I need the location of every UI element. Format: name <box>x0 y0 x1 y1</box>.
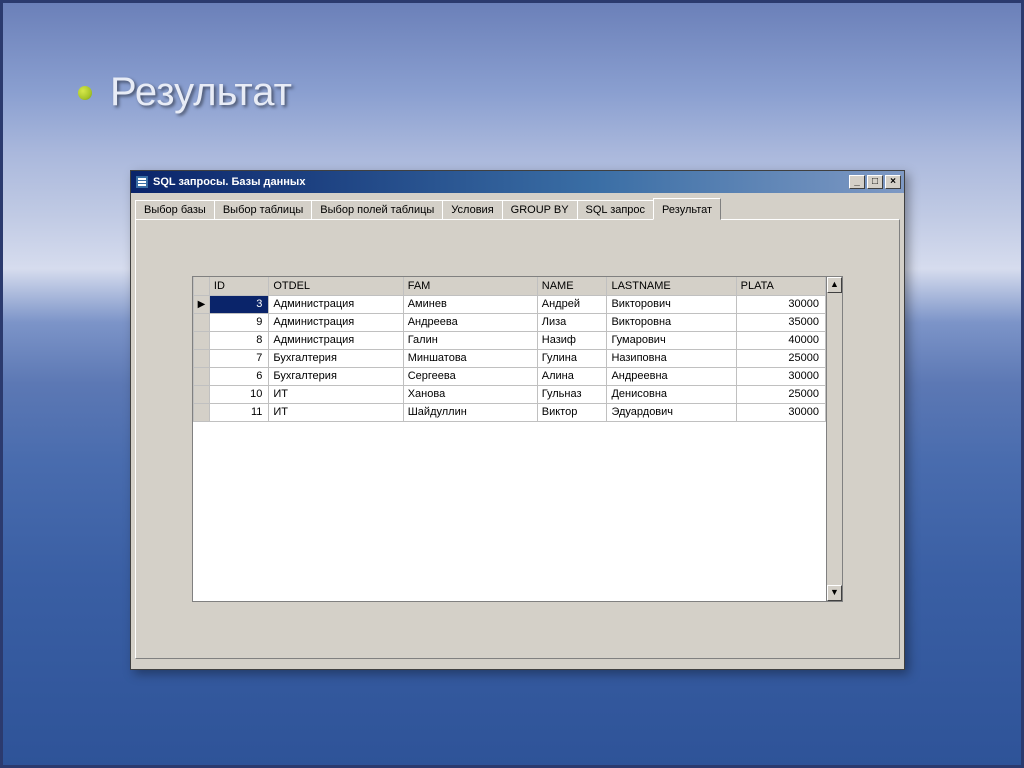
window-title: SQL запросы. Базы данных <box>153 176 849 188</box>
tab-label: SQL запрос <box>586 204 646 216</box>
vertical-scrollbar[interactable]: ▲ ▼ <box>826 277 842 601</box>
current-row-icon: ▶ <box>198 299 206 310</box>
cell-otdel[interactable]: ИТ <box>269 403 403 421</box>
table-row[interactable]: 7БухгалтерияМиншатоваГулинаНазиповна2500… <box>194 349 826 367</box>
row-indicator[interactable] <box>194 331 210 349</box>
cell-fam[interactable]: Аминев <box>403 295 537 313</box>
cell-lastname[interactable]: Гумарович <box>607 331 736 349</box>
cell-otdel[interactable]: Бухгалтерия <box>269 367 403 385</box>
app-window: SQL запросы. Базы данных _ □ × Выбор баз… <box>130 170 905 670</box>
maximize-button[interactable]: □ <box>867 175 883 189</box>
col-name[interactable]: NAME <box>537 277 607 295</box>
cell-fam[interactable]: Шайдуллин <box>403 403 537 421</box>
tab-label: Выбор полей таблицы <box>320 204 434 216</box>
row-indicator[interactable] <box>194 349 210 367</box>
tab-label: Выбор базы <box>144 204 206 216</box>
row-indicator[interactable]: ▶ <box>194 295 210 313</box>
table-row[interactable]: 8АдминистрацияГалинНазифГумарович40000 <box>194 331 826 349</box>
cell-lastname[interactable]: Эдуардович <box>607 403 736 421</box>
cell-plata[interactable]: 25000 <box>736 349 825 367</box>
cell-lastname[interactable]: Викторовна <box>607 313 736 331</box>
cell-name[interactable]: Алина <box>537 367 607 385</box>
cell-name[interactable]: Виктор <box>537 403 607 421</box>
cell-fam[interactable]: Миншатова <box>403 349 537 367</box>
scroll-up-icon[interactable]: ▲ <box>827 277 842 293</box>
tabstrip: Выбор базы Выбор таблицы Выбор полей таб… <box>131 193 904 219</box>
col-lastname[interactable]: LASTNAME <box>607 277 736 295</box>
col-id[interactable]: ID <box>209 277 268 295</box>
cell-id[interactable]: 11 <box>209 403 268 421</box>
cell-id[interactable]: 8 <box>209 331 268 349</box>
cell-otdel[interactable]: Бухгалтерия <box>269 349 403 367</box>
cell-id[interactable]: 6 <box>209 367 268 385</box>
col-otdel[interactable]: OTDEL <box>269 277 403 295</box>
slide-title: Результат <box>78 70 292 115</box>
cell-otdel[interactable]: Администрация <box>269 313 403 331</box>
tab-sql[interactable]: SQL запрос <box>577 200 655 219</box>
cell-otdel[interactable]: Администрация <box>269 295 403 313</box>
minimize-button[interactable]: _ <box>849 175 865 189</box>
tab-groupby[interactable]: GROUP BY <box>502 200 578 219</box>
tab-label: Результат <box>662 204 712 216</box>
row-selector-header[interactable] <box>194 277 210 295</box>
tab-result[interactable]: Результат <box>653 198 721 220</box>
col-plata[interactable]: PLATA <box>736 277 825 295</box>
cell-name[interactable]: Лиза <box>537 313 607 331</box>
table-row[interactable]: 9АдминистрацияАндрееваЛизаВикторовна3500… <box>194 313 826 331</box>
table-row[interactable]: ▶3АдминистрацияАминевАндрейВикторович300… <box>194 295 826 313</box>
window-controls: _ □ × <box>849 175 901 189</box>
table-header-row: ID OTDEL FAM NAME LASTNAME PLATA <box>194 277 826 295</box>
cell-fam[interactable]: Галин <box>403 331 537 349</box>
app-icon <box>135 175 149 189</box>
row-indicator[interactable] <box>194 403 210 421</box>
data-grid[interactable]: ID OTDEL FAM NAME LASTNAME PLATA ▶3Админ… <box>192 276 843 602</box>
cell-plata[interactable]: 30000 <box>736 367 825 385</box>
cell-name[interactable]: Гульназ <box>537 385 607 403</box>
cell-fam[interactable]: Андреева <box>403 313 537 331</box>
cell-plata[interactable]: 25000 <box>736 385 825 403</box>
result-table: ID OTDEL FAM NAME LASTNAME PLATA ▶3Админ… <box>193 277 826 422</box>
cell-fam[interactable]: Сергеева <box>403 367 537 385</box>
tab-select-table[interactable]: Выбор таблицы <box>214 200 312 219</box>
row-indicator[interactable] <box>194 385 210 403</box>
cell-plata[interactable]: 30000 <box>736 295 825 313</box>
cell-otdel[interactable]: Администрация <box>269 331 403 349</box>
tab-label: Условия <box>451 204 493 216</box>
table-row[interactable]: 6БухгалтерияСергееваАлинаАндреевна30000 <box>194 367 826 385</box>
tab-select-fields[interactable]: Выбор полей таблицы <box>311 200 443 219</box>
cell-otdel[interactable]: ИТ <box>269 385 403 403</box>
row-indicator[interactable] <box>194 367 210 385</box>
tab-label: GROUP BY <box>511 204 569 216</box>
row-indicator[interactable] <box>194 313 210 331</box>
tab-label: Выбор таблицы <box>223 204 303 216</box>
table-row[interactable]: 10ИТХановаГульназДенисовна25000 <box>194 385 826 403</box>
col-fam[interactable]: FAM <box>403 277 537 295</box>
cell-plata[interactable]: 35000 <box>736 313 825 331</box>
cell-fam[interactable]: Ханова <box>403 385 537 403</box>
bullet-icon <box>78 86 92 100</box>
cell-id[interactable]: 3 <box>209 295 268 313</box>
titlebar: SQL запросы. Базы данных _ □ × <box>131 171 904 193</box>
cell-plata[interactable]: 40000 <box>736 331 825 349</box>
cell-name[interactable]: Гулина <box>537 349 607 367</box>
cell-lastname[interactable]: Андреевна <box>607 367 736 385</box>
scroll-down-icon[interactable]: ▼ <box>827 585 842 601</box>
cell-lastname[interactable]: Викторович <box>607 295 736 313</box>
cell-lastname[interactable]: Денисовна <box>607 385 736 403</box>
cell-id[interactable]: 9 <box>209 313 268 331</box>
close-button[interactable]: × <box>885 175 901 189</box>
slide-title-text: Результат <box>110 70 292 115</box>
cell-name[interactable]: Андрей <box>537 295 607 313</box>
tab-conditions[interactable]: Условия <box>442 200 502 219</box>
table-row[interactable]: 11ИТШайдуллинВикторЭдуардович30000 <box>194 403 826 421</box>
cell-id[interactable]: 10 <box>209 385 268 403</box>
tab-select-db[interactable]: Выбор базы <box>135 200 215 219</box>
tab-panel-result: ID OTDEL FAM NAME LASTNAME PLATA ▶3Админ… <box>135 219 900 659</box>
cell-name[interactable]: Назиф <box>537 331 607 349</box>
cell-plata[interactable]: 30000 <box>736 403 825 421</box>
cell-id[interactable]: 7 <box>209 349 268 367</box>
cell-lastname[interactable]: Назиповна <box>607 349 736 367</box>
